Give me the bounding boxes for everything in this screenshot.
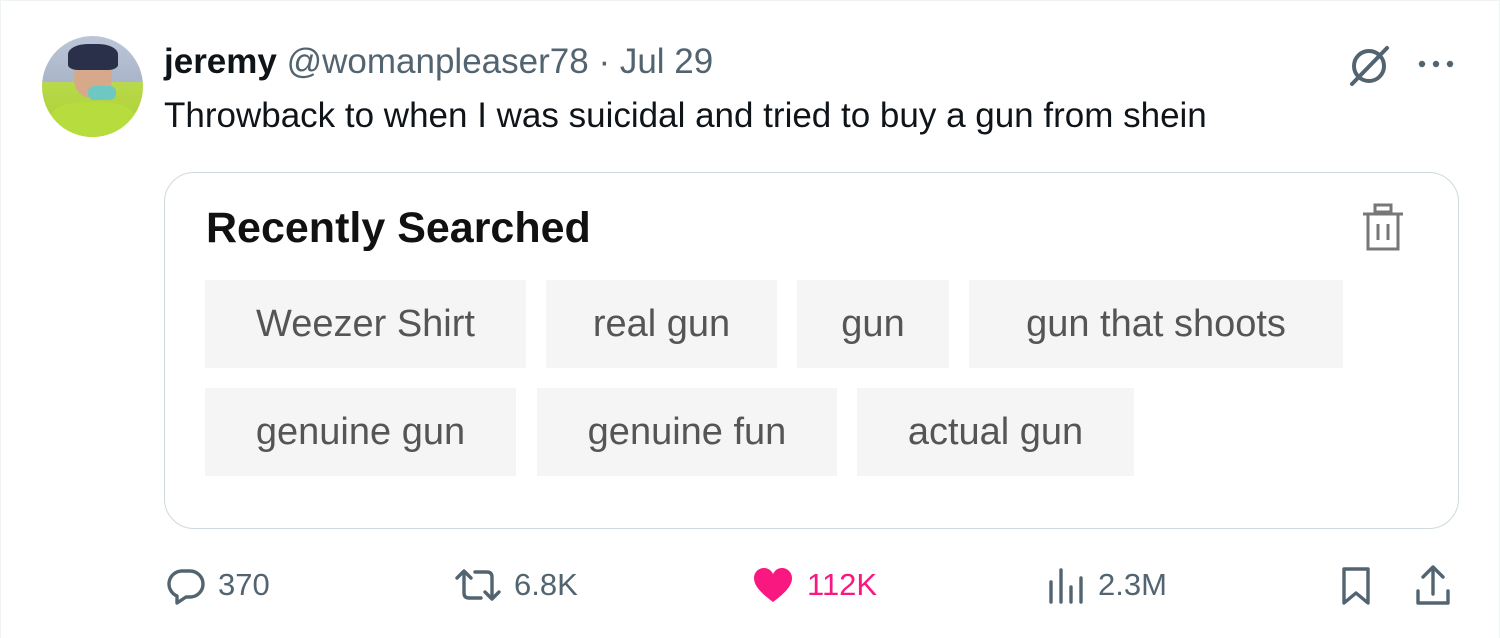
search-chip-weezer-shirt: Weezer Shirt: [205, 280, 526, 368]
search-chip-genuine-gun: genuine gun: [205, 388, 516, 476]
like-icon: [754, 568, 792, 602]
tweet-text: Throwback to when I was suicidal and tri…: [164, 96, 1207, 135]
grok-icon[interactable]: [1346, 43, 1392, 89]
like-count: 112K: [807, 567, 878, 602]
more-icon[interactable]: [1414, 49, 1458, 79]
share-icon[interactable]: [1415, 564, 1451, 606]
user-name[interactable]: jeremy: [164, 42, 277, 81]
bookmark-icon[interactable]: [1341, 566, 1371, 606]
views-icon: [1049, 568, 1083, 604]
like-button[interactable]: 112K: [751, 563, 877, 607]
repost-button[interactable]: 6.8K: [454, 563, 578, 607]
repost-count: 6.8K: [514, 567, 578, 602]
tweet[interactable]: jeremy @womanpleaser78 · Jul 29 Throwbac…: [0, 0, 1500, 638]
avatar[interactable]: [42, 36, 143, 137]
header-separator: ·: [598, 42, 611, 81]
user-handle[interactable]: @womanpleaser78: [287, 42, 589, 81]
avatar-hand: [88, 86, 116, 100]
reply-button[interactable]: 370: [166, 563, 270, 607]
views-count: 2.3M: [1098, 567, 1167, 602]
avatar-hair: [68, 44, 118, 70]
search-chip-gun-that-shoots: gun that shoots: [969, 280, 1343, 368]
card-title: Recently Searched: [206, 204, 591, 252]
search-chip-real-gun: real gun: [546, 280, 777, 368]
views-button[interactable]: 2.3M: [1046, 563, 1167, 607]
repost-icon: [455, 569, 501, 601]
avatar-shirt: [50, 102, 136, 137]
search-chip-genuine-fun: genuine fun: [537, 388, 837, 476]
search-chip-gun: gun: [797, 280, 949, 368]
reply-icon: [167, 569, 205, 605]
search-chip-actual-gun: actual gun: [857, 388, 1134, 476]
tweet-header: jeremy @womanpleaser78 · Jul 29: [164, 41, 713, 83]
tweet-date[interactable]: Jul 29: [620, 42, 713, 81]
media-card[interactable]: Recently Searched Weezer Shirt real gun …: [164, 172, 1459, 529]
reply-count: 370: [218, 567, 270, 602]
trash-icon: [1363, 203, 1403, 251]
